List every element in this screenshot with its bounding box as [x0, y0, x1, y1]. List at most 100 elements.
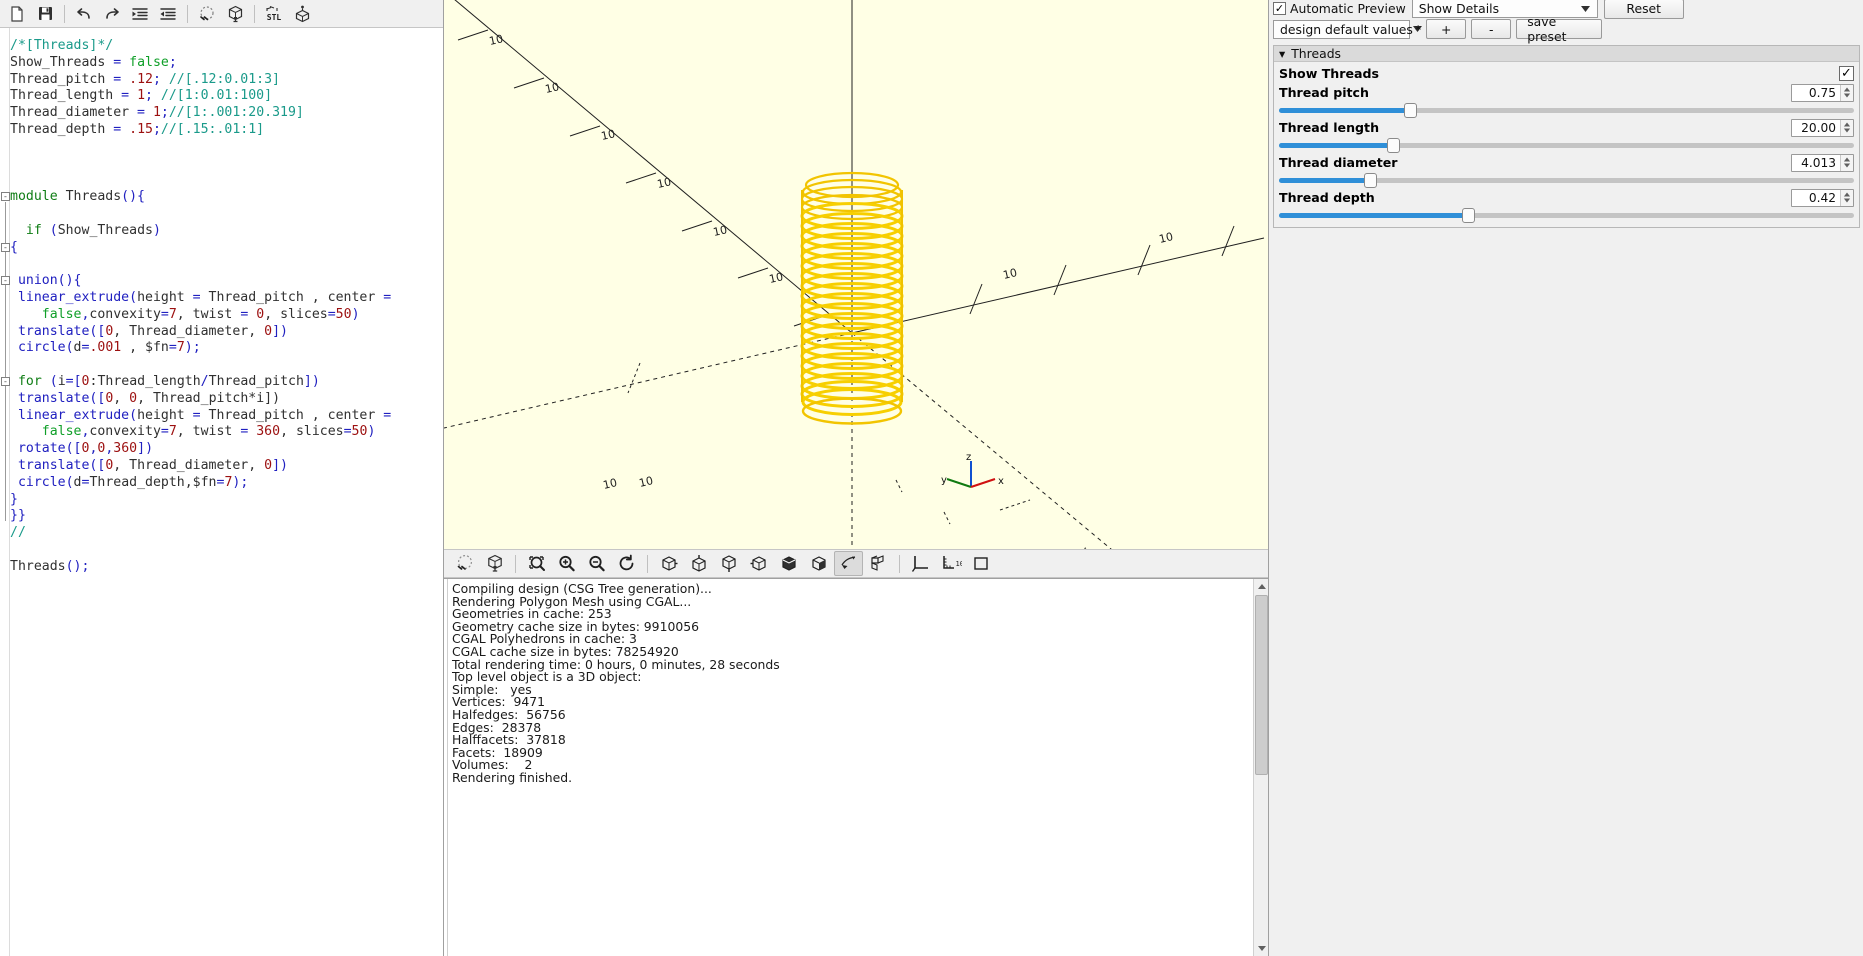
top-view-icon[interactable] [684, 551, 713, 576]
param-slider-thread-diameter[interactable] [1279, 172, 1854, 188]
automatic-preview-checkbox[interactable]: ✓ [1273, 2, 1286, 15]
param-stepper-thread-diameter[interactable] [1840, 154, 1853, 171]
stepper-down-icon[interactable] [1843, 93, 1851, 98]
scroll-down-icon[interactable] [1254, 941, 1269, 956]
console-scrollbar[interactable] [1253, 579, 1269, 956]
stepper-up-icon[interactable] [1843, 122, 1851, 127]
fold-gutter[interactable]: - - - - [0, 28, 10, 956]
source-code[interactable]: /*[Threads]*/Show_Threads = false; Thread… [10, 38, 443, 956]
save-icon[interactable] [32, 2, 58, 26]
show-scale-icon[interactable]: 10 [936, 551, 965, 576]
param-spinbox-thread-length[interactable]: 20.00 [1791, 118, 1854, 137]
stepper-down-icon[interactable] [1843, 198, 1851, 203]
unindent-icon[interactable] [127, 2, 153, 26]
param-stepper-thread-pitch[interactable] [1840, 84, 1853, 101]
param-value-thread-pitch[interactable]: 0.75 [1792, 85, 1840, 101]
code-fold-toggle[interactable]: - [1, 276, 10, 286]
param-row-show-threads: Show Threads ✓ [1279, 64, 1854, 83]
slider-handle[interactable] [1364, 173, 1377, 188]
front-view-icon[interactable] [774, 551, 803, 576]
collapse-triangle-icon[interactable]: ▾ [1279, 46, 1285, 61]
preset-dropdown[interactable]: design default values [1273, 19, 1422, 39]
param-slider-thread-depth[interactable] [1279, 207, 1854, 223]
left-view-icon[interactable] [744, 551, 773, 576]
render-icon[interactable] [222, 2, 248, 26]
code-fold-toggle[interactable]: - [1, 192, 10, 202]
remove-preset-button[interactable]: - [1471, 19, 1512, 39]
redo-icon[interactable] [99, 2, 125, 26]
code-line: for (i=[0:Thread_length/Thread_pitch]) [17, 373, 320, 389]
console-line: Volumes: 2 [452, 757, 533, 773]
param-slider-thread-length[interactable] [1279, 137, 1854, 153]
param-spinbox-thread-pitch[interactable]: 0.75 [1791, 83, 1854, 102]
view-object-icon[interactable] [289, 2, 315, 26]
automatic-preview-toggle[interactable]: ✓ Automatic Preview [1273, 1, 1406, 16]
group-title: Threads [1291, 46, 1342, 61]
reset-label: Reset [1626, 1, 1662, 16]
param-value-thread-depth[interactable]: 0.42 [1792, 190, 1840, 206]
stepper-up-icon[interactable] [1843, 157, 1851, 162]
code-fold-toggle[interactable]: - [1, 377, 10, 386]
param-slider-row-thread-length [1279, 137, 1854, 153]
toolbar-separator [899, 554, 900, 573]
param-stepper-thread-length[interactable] [1840, 119, 1853, 136]
zoom-out-icon[interactable] [582, 551, 611, 576]
add-preset-label: + [1441, 21, 1452, 37]
stepper-up-icon[interactable] [1843, 192, 1851, 197]
new-icon[interactable] [4, 2, 30, 26]
preview-icon[interactable] [194, 2, 220, 26]
code-line: translate([0, Thread_diameter, 0]) [17, 323, 288, 339]
param-label-thread-depth: Thread depth [1279, 190, 1375, 205]
reset-view-icon[interactable] [612, 551, 641, 576]
openscad-window: STL - - - - /*[Threads]*/Show_Threads = fal… [0, 0, 1863, 956]
slider-handle[interactable] [1387, 138, 1400, 153]
save-preset-button[interactable]: save preset [1516, 14, 1603, 44]
slider-handle[interactable] [1461, 208, 1475, 223]
opengl-viewport[interactable]: 10 10 10 10 10 10 10 10 10 10 z y x [444, 0, 1268, 549]
indent-icon[interactable] [155, 2, 181, 26]
param-spinbox-thread-depth[interactable]: 0.42 [1791, 188, 1854, 207]
param-spinbox-thread-diameter[interactable]: 4.013 [1791, 153, 1854, 172]
back-view-icon[interactable] [804, 551, 833, 576]
console-line: Top level object is a 3D object: [452, 669, 642, 685]
code-fold-line [5, 286, 6, 354]
add-preset-button[interactable]: + [1426, 19, 1467, 39]
code-line: } [10, 491, 18, 507]
stepper-down-icon[interactable] [1843, 163, 1851, 168]
export-stl-icon[interactable]: STL [261, 2, 287, 26]
zoom-in-icon[interactable] [552, 551, 581, 576]
bottom-view-icon[interactable] [714, 551, 743, 576]
perspective-icon[interactable] [864, 551, 893, 576]
reset-button[interactable]: Reset [1603, 0, 1684, 19]
console-line: Rendering finished. [452, 769, 573, 785]
right-view-icon[interactable] [654, 551, 683, 576]
scrollbar-thumb[interactable] [1255, 595, 1268, 775]
param-label-thread-length: Thread length [1279, 120, 1380, 135]
group-header[interactable]: ▾ Threads [1274, 46, 1859, 62]
show-crosshairs-icon[interactable] [966, 551, 995, 576]
param-row-thread-length: Thread length 20.00 [1279, 118, 1854, 137]
undo-icon[interactable] [71, 2, 97, 26]
stepper-up-icon[interactable] [1843, 87, 1851, 92]
show-axes-icon[interactable] [906, 551, 935, 576]
console-line: Edges: 28378 [452, 719, 542, 735]
param-slider-thread-pitch[interactable] [1279, 102, 1854, 118]
scroll-up-icon[interactable] [1254, 579, 1269, 594]
console-output[interactable]: Compiling design (CSG Tree generation)..… [447, 579, 1253, 956]
param-value-thread-length[interactable]: 20.00 [1792, 120, 1840, 136]
code-line: if (Show_Threads) [25, 222, 161, 238]
param-value-thread-diameter[interactable]: 4.013 [1792, 155, 1840, 171]
param-checkbox-show-threads[interactable]: ✓ [1839, 66, 1854, 81]
preview-icon[interactable] [450, 551, 479, 576]
render-icon[interactable] [480, 551, 509, 576]
code-editor[interactable]: - - - - /*[Threads]*/Show_Threads = false; T… [0, 28, 443, 956]
code-fold-toggle[interactable]: - [1, 242, 10, 252]
stepper-down-icon[interactable] [1843, 128, 1851, 133]
zoom-all-icon[interactable] [522, 551, 551, 576]
slider-handle[interactable] [1404, 103, 1418, 118]
param-stepper-thread-depth[interactable] [1840, 189, 1853, 206]
show-edges-icon[interactable] [834, 551, 863, 576]
